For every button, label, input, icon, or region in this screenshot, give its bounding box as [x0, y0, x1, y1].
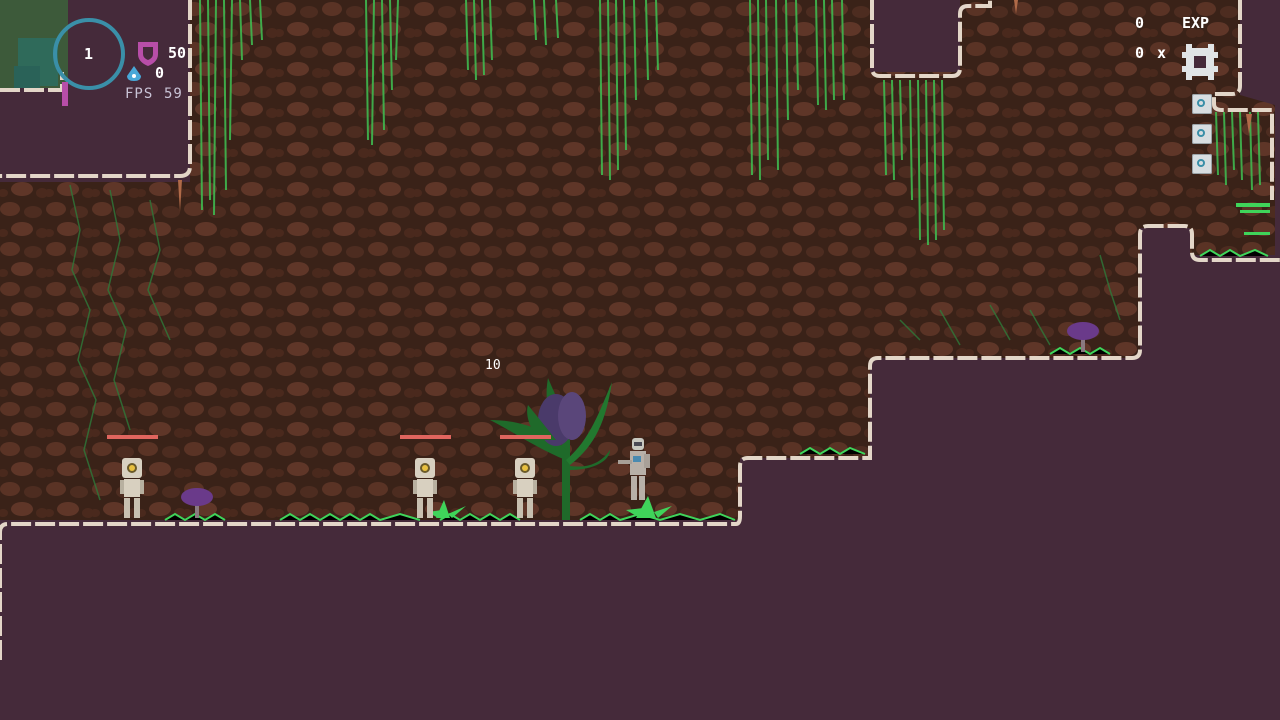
- mana-drop-icon: [127, 66, 141, 81]
- level-number: 1: [84, 45, 94, 63]
- ability-slot-icon[interactable]: [1192, 124, 1212, 144]
- enemy-health-bar: [400, 435, 451, 439]
- ability-slot-icon[interactable]: [1192, 94, 1212, 114]
- fps-value: 59: [164, 86, 183, 102]
- currency-multiplier: x: [1157, 44, 1167, 62]
- level-marker: [62, 82, 68, 106]
- ability-slot-icon[interactable]: [1192, 154, 1212, 174]
- fps-label: FPS: [125, 86, 154, 102]
- game-scene: [0, 0, 1280, 660]
- damage-number: 10: [485, 358, 501, 373]
- enemy-health-bar: [107, 435, 158, 439]
- currency-value: 0: [1135, 44, 1145, 62]
- mana-value: 0: [155, 64, 165, 82]
- enemy-health-bar: [500, 435, 551, 439]
- shield-icon: [138, 42, 158, 66]
- shield-value: 50: [168, 44, 187, 62]
- exp-value: 0: [1135, 14, 1145, 32]
- exp-label: EXP: [1182, 14, 1210, 32]
- gear-icon[interactable]: [1182, 44, 1218, 80]
